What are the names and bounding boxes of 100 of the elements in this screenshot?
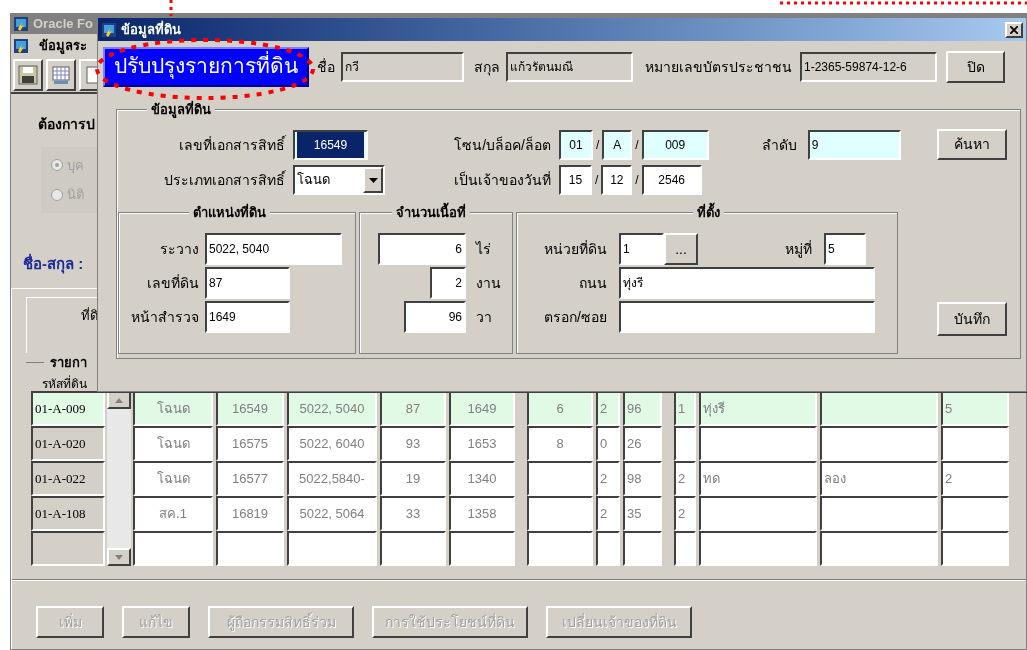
table-cell: โฉนด: [133, 391, 213, 426]
table-cell: 16577: [216, 461, 284, 496]
table-cell: 1340: [449, 461, 515, 496]
text-field[interactable]: 15: [559, 165, 592, 195]
field-label: ลำดับ: [761, 137, 797, 153]
table-cell: 8: [527, 426, 593, 461]
table-cell: 5022, 6040: [287, 426, 377, 461]
table-cell: [216, 531, 284, 566]
table-cell: 1358: [449, 496, 515, 531]
table-cell: 16819: [216, 496, 284, 531]
table-cell: 01-A-020: [31, 426, 105, 461]
table-cell: [449, 531, 515, 566]
table-cell: 2: [596, 461, 620, 496]
field-label: ถนน: [579, 275, 607, 291]
table-cell: 5022, 5064: [287, 496, 377, 531]
table-cell: 6: [527, 391, 593, 426]
toolbar-button[interactable]: [46, 59, 76, 91]
toolbar-button[interactable]: [13, 59, 43, 91]
field-label: เลขที่เอกสารสิทธิ์: [179, 137, 285, 153]
field-label: ระวาง: [160, 241, 199, 257]
text-field[interactable]: 1649: [205, 301, 290, 333]
field-label: โซน/บล็อค/ล็อต: [454, 137, 551, 153]
table-cell: 35: [623, 496, 662, 531]
tab[interactable]: ที่ดิ: [26, 296, 98, 353]
text-field[interactable]: 6: [378, 233, 466, 265]
table-cell: [527, 531, 593, 566]
table-cell: 96: [623, 391, 662, 426]
text-field[interactable]: 5: [824, 233, 866, 265]
menu-title[interactable]: ข้อมูลระ: [39, 36, 87, 56]
table-cell: ทุ่งรี: [699, 391, 817, 426]
text-field[interactable]: 96: [404, 301, 466, 333]
field-label: หมู่ที่: [785, 241, 812, 257]
field-label: ตรอก/ซอย: [544, 309, 607, 325]
table-cell: 2: [596, 391, 620, 426]
text-field[interactable]: 87: [205, 267, 290, 299]
table-cell: 93: [380, 426, 446, 461]
scroll-up-icon: [115, 397, 123, 403]
text-field[interactable]: 16549: [293, 130, 368, 160]
window-title: Oracle Fo: [33, 15, 93, 34]
table-cell: [674, 426, 696, 461]
table-cell: 5022,5840-: [287, 461, 377, 496]
floppy-icon: [18, 65, 38, 85]
text-field[interactable]: 1-2365-59874-12-6: [800, 52, 937, 82]
table-cell: 1: [674, 391, 696, 426]
text-field[interactable]: 2546: [641, 165, 702, 195]
text-field[interactable]: 9: [807, 130, 901, 160]
table-cell: 16549: [216, 391, 284, 426]
name-label: ชื่อ-สกุล :: [23, 253, 84, 276]
table-cell: 2: [596, 496, 620, 531]
text-field[interactable]: 2: [430, 267, 466, 299]
table-cell: 01-A-108: [31, 496, 105, 531]
table-cell: [941, 531, 1009, 566]
scrollbar[interactable]: [107, 391, 131, 566]
table-cell: 5022, 5040: [287, 391, 377, 426]
field-label: หน้าสำรวจ: [131, 309, 199, 325]
table-cell: 0: [596, 426, 620, 461]
text-field[interactable]: [619, 301, 875, 333]
field-label: เป็นเจ้าของวันที่: [454, 172, 551, 188]
text-field[interactable]: กวี: [341, 52, 464, 82]
table-cell: โฉนด: [133, 426, 213, 461]
table-cell: ลอง: [820, 461, 938, 496]
table-cell: 5: [941, 391, 1009, 426]
text-field[interactable]: ทุ่งรี: [619, 267, 875, 299]
mode-banner: ปรับปรุงรายการที่ดิน: [103, 47, 309, 87]
text-field[interactable]: 12: [601, 165, 633, 195]
dropdown-arrow-icon: [368, 177, 378, 183]
table-cell: [674, 531, 696, 566]
text-field[interactable]: 1: [619, 233, 664, 265]
search-button[interactable]: ค้นหา: [937, 129, 1007, 160]
table-cell: [527, 496, 593, 531]
field-label: เลขที่ดิน: [147, 275, 199, 291]
table-cell: 2: [941, 461, 1009, 496]
browse-button[interactable]: ...: [664, 233, 698, 265]
table-cell: 1653: [449, 426, 515, 461]
text-field[interactable]: 009: [641, 130, 709, 160]
close-button[interactable]: [1005, 21, 1023, 38]
table-cell: [941, 496, 1009, 531]
text-field[interactable]: 5022, 5040: [205, 233, 342, 265]
field-label: หน่วยที่ดิน: [544, 241, 607, 257]
scroll-down-icon: [115, 554, 123, 560]
doc-type-select[interactable]: โฉนด: [293, 165, 385, 195]
group-title: ข้อมูลที่ดิน: [147, 100, 215, 120]
table-cell: [527, 461, 593, 496]
table-cell: 1649: [449, 391, 515, 426]
separator-text: /: [635, 137, 639, 154]
table-cell: โฉนด: [133, 461, 213, 496]
separator-text: /: [635, 172, 639, 189]
question-label: ต้องการป: [38, 115, 96, 134]
text-field[interactable]: 01: [559, 130, 593, 160]
grid-icon: [51, 65, 71, 85]
text-field[interactable]: แก้วรัตนมณี: [506, 52, 633, 82]
save-button[interactable]: บันทึก: [937, 302, 1007, 336]
unit-label: ไร่: [476, 239, 491, 259]
separator-text: /: [596, 137, 600, 154]
close-dialog-button[interactable]: ปิด: [946, 51, 1005, 83]
table-cell: 01-A-022: [31, 461, 105, 496]
app-icon: [13, 38, 29, 54]
text-field[interactable]: A: [602, 130, 633, 160]
table-cell: 33: [380, 496, 446, 531]
table-cell: [941, 426, 1009, 461]
